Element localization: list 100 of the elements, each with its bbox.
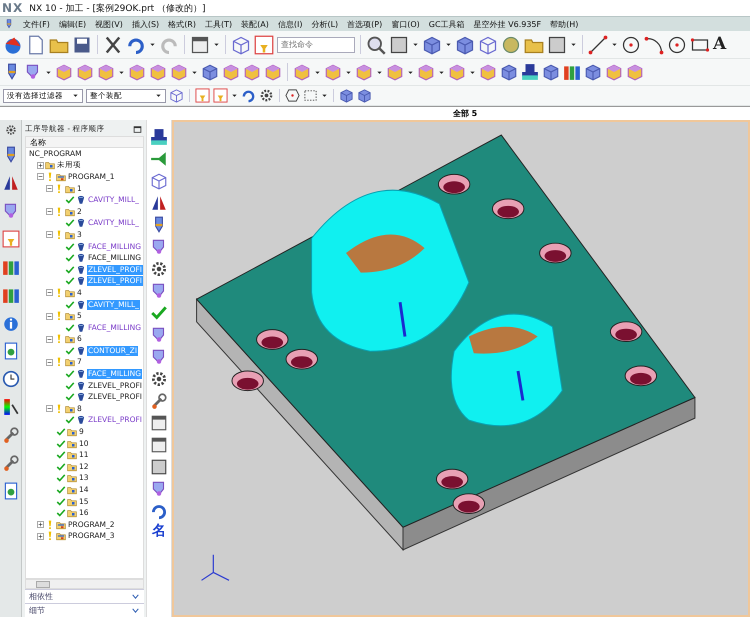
caret-icon[interactable] [191,68,198,76]
menu-item[interactable]: 帮助(H) [550,18,578,30]
cube-icon[interactable] [357,88,372,103]
cube-icon[interactable] [55,63,73,81]
collapsible-panel[interactable]: 相依性 [25,589,144,603]
caret-icon[interactable] [376,68,383,76]
window-icon[interactable] [190,34,210,54]
caret-icon[interactable] [611,41,618,48]
menu-item[interactable]: 文件(F) [23,18,50,30]
caret-icon[interactable] [314,68,321,76]
wrench-icon[interactable] [2,454,20,472]
collapsible-panel[interactable]: 细节 [25,603,144,617]
menu-item[interactable]: 窗口(O) [391,18,420,30]
sphere-icon[interactable] [501,34,521,54]
square-icon[interactable] [547,34,567,54]
cube-icon[interactable] [243,63,261,81]
expand-toggle[interactable] [46,231,53,238]
caret-icon[interactable] [445,41,452,48]
circle-icon[interactable] [667,34,687,54]
window-icon[interactable] [150,414,168,432]
menu-item[interactable]: 视图(V) [95,18,123,30]
expand-toggle[interactable] [37,162,44,169]
cube-icon[interactable] [584,63,602,81]
search-field[interactable]: 查找命令 [277,36,355,52]
wrench-icon[interactable] [150,392,168,410]
zoom-icon[interactable] [366,34,386,54]
maximize-icon[interactable] [133,124,142,134]
window-icon[interactable] [150,436,168,454]
wrench-icon[interactable] [2,426,20,444]
expand-toggle[interactable] [37,521,44,528]
expand-toggle[interactable] [46,336,53,343]
cube-icon[interactable] [76,63,94,81]
undo-icon[interactable] [150,502,168,520]
expand-toggle[interactable] [37,532,44,540]
gear-icon[interactable] [4,124,16,136]
menu-item[interactable]: 工具(T) [205,18,232,30]
dashed-rectangle-icon[interactable] [303,88,318,103]
cube-icon[interactable] [417,63,435,81]
caret-icon[interactable] [469,68,476,76]
cube-icon[interactable] [455,34,475,54]
menu-item[interactable]: 编辑(E) [58,18,86,30]
wireframe-cube-icon[interactable] [169,88,184,103]
name-tool-button[interactable]: 名 [152,524,166,538]
menu-item[interactable]: 插入(S) [132,18,160,30]
line-icon[interactable] [588,34,608,54]
save-icon[interactable] [72,34,92,54]
cube-icon[interactable] [293,63,311,81]
document-icon[interactable] [26,34,46,54]
expand-toggle[interactable] [37,173,44,180]
wireframe-cube-icon[interactable] [478,34,498,54]
cube-icon[interactable] [339,88,354,103]
text-tool-button[interactable]: A [713,36,726,53]
menu-item[interactable]: 星空外挂 V6.935F [474,18,542,30]
wireframe-cube-icon[interactable] [150,172,168,190]
cube-icon[interactable] [605,63,623,81]
circle-icon[interactable] [621,34,641,54]
menu-item[interactable]: 装配(A) [241,18,269,30]
cube-icon[interactable] [222,63,240,81]
expand-toggle[interactable] [46,405,53,412]
menu-item[interactable]: 首选项(P) [347,18,382,30]
caret-icon[interactable] [570,41,577,48]
filter-icon[interactable] [213,88,228,103]
cut-icon[interactable] [103,34,123,54]
filter-icon[interactable] [195,88,210,103]
caret-icon[interactable] [412,41,419,48]
filter-icon[interactable] [2,230,20,248]
caret-icon[interactable] [231,92,238,99]
caret-icon[interactable] [407,68,414,76]
menu-item[interactable]: 信息(I) [278,18,302,30]
cube-icon[interactable] [386,63,404,81]
clock-icon[interactable] [2,370,20,388]
square-icon[interactable] [150,458,168,476]
expand-toggle[interactable] [46,208,53,216]
caret-icon[interactable] [149,41,156,48]
caret-icon[interactable] [321,92,328,99]
cube-icon[interactable] [500,63,518,81]
caret-icon[interactable] [345,68,352,76]
gear-icon[interactable] [150,260,168,278]
cube-icon[interactable] [170,63,188,81]
wireframe-cube-icon[interactable] [231,34,251,54]
expand-toggle[interactable] [46,358,53,366]
menu-item[interactable]: 格式(R) [168,18,196,30]
cube-icon[interactable] [97,63,115,81]
expand-toggle[interactable] [46,312,53,320]
caret-icon[interactable] [45,68,52,76]
cube-icon[interactable] [201,63,219,81]
square-icon[interactable] [389,34,409,54]
cube-icon[interactable] [264,63,282,81]
gear-icon[interactable] [259,88,274,103]
arc-icon[interactable] [644,34,664,54]
check-icon[interactable] [150,304,168,322]
cube-icon[interactable] [626,63,644,81]
caret-icon[interactable] [118,68,125,76]
mirror-icon[interactable] [150,194,168,212]
mirror-icon[interactable] [2,174,20,192]
filter-icon[interactable] [254,34,274,54]
undo-icon[interactable] [241,88,256,103]
expand-toggle[interactable] [46,289,53,296]
cutter-icon[interactable] [4,19,14,29]
scrollbar[interactable] [25,579,144,589]
